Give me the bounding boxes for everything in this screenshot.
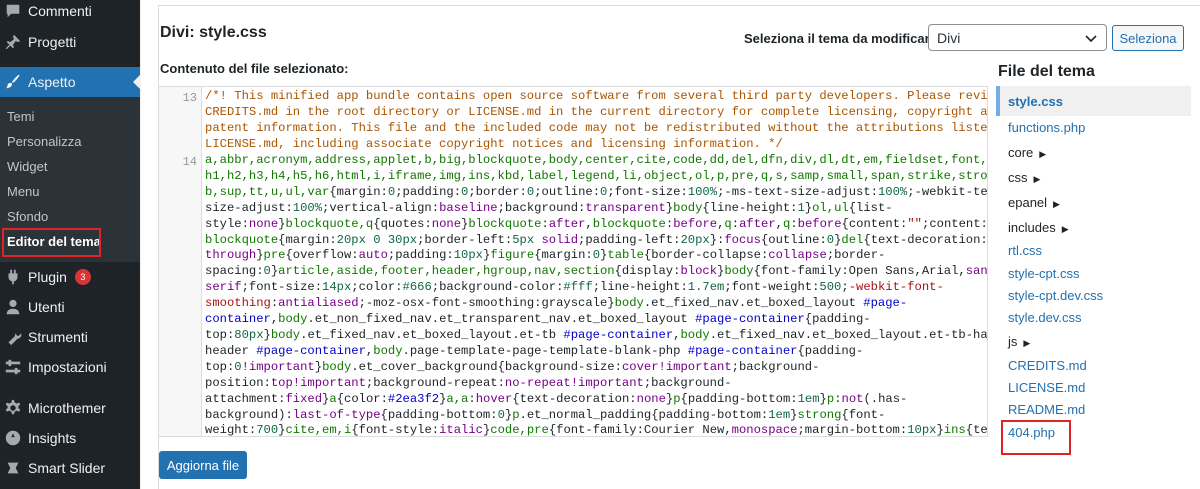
theme-select-label: Seleziona il tema da modificare: bbox=[744, 31, 942, 46]
plugin-icon bbox=[4, 268, 22, 286]
settings-icon bbox=[4, 358, 22, 376]
code-comment: /*! This minified app bundle contains op… bbox=[205, 89, 988, 153]
caret-right-icon: ▶ bbox=[1053, 199, 1060, 209]
slider-icon bbox=[4, 459, 22, 477]
panel-top-edge bbox=[158, 0, 1200, 6]
menu-label: Insights bbox=[28, 430, 77, 446]
menu-label: Commenti bbox=[28, 3, 92, 19]
menu-item-plugins[interactable]: Plugin 3 bbox=[0, 262, 140, 292]
submenu-item-menus[interactable]: Menu bbox=[7, 184, 40, 199]
menu-item-tools[interactable]: Strumenti bbox=[0, 322, 140, 352]
update-count-badge: 3 bbox=[74, 269, 91, 285]
folder-label: css bbox=[1008, 170, 1028, 185]
menu-item-smart-slider[interactable]: Smart Slider bbox=[0, 453, 140, 483]
theme-files-title: File del tema bbox=[998, 63, 1095, 80]
line-number: 13 bbox=[182, 91, 197, 105]
menu-label: Impostazioni bbox=[28, 359, 107, 375]
code-line: LICENSE.md, including associate copyrigh… bbox=[205, 136, 783, 151]
code-line: patent information. This file and the in… bbox=[205, 120, 988, 135]
code-line: CREDITS.md in the root directory or LICE… bbox=[205, 104, 988, 119]
page-title: Divi: style.css bbox=[160, 24, 267, 41]
users-icon bbox=[4, 298, 22, 316]
file-item-style-cpt-css[interactable]: style-cpt.css bbox=[1008, 266, 1080, 281]
menu-label: Smart Slider bbox=[28, 460, 106, 476]
editor-label: Contenuto del file selezionato: bbox=[160, 61, 349, 76]
folder-label: js bbox=[1008, 334, 1018, 349]
theme-select-value: Divi bbox=[937, 29, 961, 46]
menu-item-appearance[interactable]: Aspetto bbox=[0, 67, 140, 97]
menu-item-comments[interactable]: Commenti bbox=[0, 0, 140, 26]
file-item-style-dev-css[interactable]: style.dev.css bbox=[1008, 310, 1081, 325]
gear-icon bbox=[4, 399, 22, 417]
highlight-box-theme-editor bbox=[2, 228, 101, 257]
menu-item-projects[interactable]: Progetti bbox=[0, 27, 140, 57]
folder-item-epanel[interactable]: epanel ▶ bbox=[1008, 195, 1060, 210]
highlight-box-404-php bbox=[1001, 420, 1071, 455]
file-item-style-css[interactable]: style.css bbox=[996, 86, 1191, 116]
menu-label: Plugin bbox=[28, 269, 67, 285]
menu-label: Microthemer bbox=[28, 400, 106, 416]
folder-item-core[interactable]: core ▶ bbox=[1008, 145, 1046, 160]
menu-item-microthemer[interactable]: Microthemer bbox=[0, 393, 140, 423]
pin-icon bbox=[4, 33, 22, 51]
comments-icon bbox=[4, 2, 22, 20]
submenu-item-background[interactable]: Sfondo bbox=[7, 209, 48, 224]
admin-sidebar: Commenti Progetti Aspetto Temi Personali… bbox=[0, 0, 140, 489]
line-number: 14 bbox=[182, 155, 197, 169]
folder-label: epanel bbox=[1008, 195, 1048, 210]
folder-label: includes bbox=[1008, 220, 1056, 235]
code-line: /*! This minified app bundle contains op… bbox=[205, 89, 988, 103]
wrench-icon bbox=[4, 328, 22, 346]
code-css-rules: a,abbr,acronym,address,applet,b,big,bloc… bbox=[205, 153, 988, 437]
file-item-functions-php[interactable]: functions.php bbox=[1008, 120, 1085, 135]
file-item-readme-md[interactable]: README.md bbox=[1008, 402, 1085, 417]
caret-right-icon: ▶ bbox=[1061, 224, 1069, 234]
code-editor[interactable]: 13 14 /*! This minified app bundle conta… bbox=[158, 86, 988, 437]
folder-label: core bbox=[1008, 145, 1034, 160]
folder-item-includes[interactable]: includes ▶ bbox=[1008, 220, 1069, 235]
theme-select-dropdown[interactable]: Divi bbox=[928, 24, 1107, 51]
select-theme-button[interactable]: Seleziona bbox=[1112, 25, 1184, 51]
file-item-license-md[interactable]: LICENSE.md bbox=[1008, 380, 1085, 395]
submenu-item-customize[interactable]: Personalizza bbox=[7, 134, 81, 149]
menu-label: Strumenti bbox=[28, 329, 88, 345]
line-gutter: 13 14 bbox=[159, 87, 202, 436]
file-item-credits-md[interactable]: CREDITS.md bbox=[1008, 358, 1087, 373]
menu-label: Progetti bbox=[28, 34, 77, 50]
menu-item-insights[interactable]: Insights bbox=[0, 423, 140, 453]
folder-item-js[interactable]: js ▶ bbox=[1008, 334, 1030, 349]
caret-right-icon: ▶ bbox=[1039, 149, 1047, 159]
folder-item-css[interactable]: css ▶ bbox=[1008, 170, 1040, 185]
menu-label: Utenti bbox=[28, 299, 65, 315]
insights-icon bbox=[4, 429, 22, 447]
file-item-style-cpt-dev-css[interactable]: style-cpt.dev.css bbox=[1008, 288, 1103, 303]
menu-label: Aspetto bbox=[28, 74, 76, 90]
menu-item-users[interactable]: Utenti bbox=[0, 292, 140, 322]
update-file-button[interactable]: Aggiorna file bbox=[159, 451, 247, 479]
file-item-rtl-css[interactable]: rtl.css bbox=[1008, 243, 1042, 258]
theme-files-list: style.css functions.php core ▶ css ▶ epane… bbox=[996, 86, 1191, 461]
submenu-item-themes[interactable]: Temi bbox=[7, 109, 34, 124]
caret-right-icon: ▶ bbox=[1023, 338, 1031, 348]
caret-right-icon: ▶ bbox=[1033, 174, 1041, 184]
menu-item-settings[interactable]: Impostazioni bbox=[0, 352, 140, 382]
active-menu-arrow bbox=[133, 75, 140, 89]
chevron-down-icon bbox=[1085, 35, 1097, 43]
paintbrush-icon bbox=[4, 73, 22, 91]
submenu-item-widgets[interactable]: Widget bbox=[7, 159, 47, 174]
